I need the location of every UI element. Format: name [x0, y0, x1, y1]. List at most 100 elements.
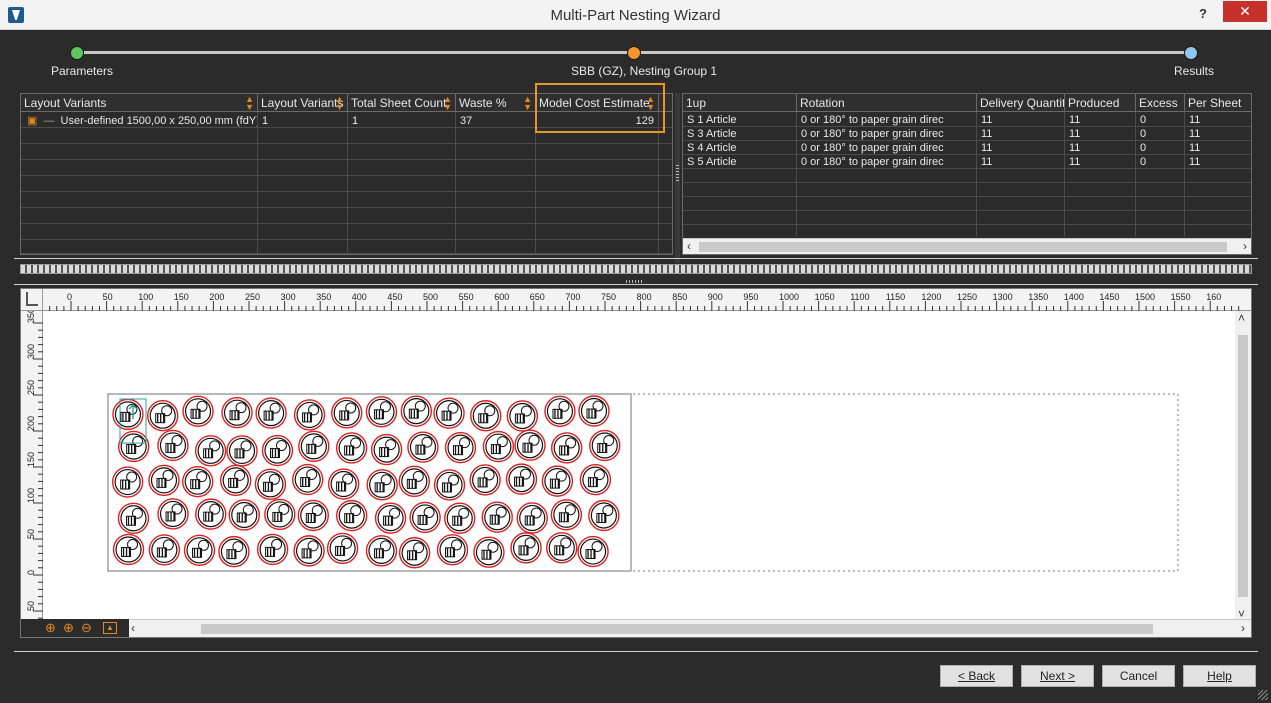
nesting-preview-canvas[interactable]: 0 50 100 150 200 250 300 350 400 450 500 550 600 650 7… [20, 288, 1252, 638]
ruler-tick-label: 1550 [1171, 292, 1191, 302]
ruler-tick-label: 1100 [850, 292, 869, 302]
column-header-total-sheet-count[interactable]: Total Sheet Count ▲ ▼ [348, 94, 456, 112]
close-window-button[interactable]: ✕ [1223, 1, 1267, 22]
ruler-tick-label: 900 [708, 292, 723, 302]
next-button[interactable]: Next > [1021, 665, 1094, 687]
ruler-tick-label: 1000 [779, 292, 799, 302]
panel-splitter[interactable] [20, 264, 1252, 274]
zoom-toolbar: ⊕ ⊕ ⊖ ▲ [21, 619, 129, 637]
column-header-excess[interactable]: Excess [1136, 94, 1185, 112]
cost-estimate-highlight [535, 83, 665, 133]
canvas-vscrollbar[interactable]: ˄ ˅ [1235, 311, 1251, 621]
layout-variant-name: User-defined 1500,00 x 250,00 mm (fdY) [60, 115, 258, 127]
ruler-tick-label: 1500 [1135, 292, 1155, 302]
parts-table: 1up Rotation Delivery Quantity Produced … [682, 93, 1252, 255]
step-dot-results[interactable] [1184, 46, 1198, 60]
scroll-left-arrow-icon[interactable]: ‹ [687, 239, 691, 253]
sort-icon[interactable]: ▲ ▼ [335, 95, 344, 112]
ruler-tick-label: 300 [26, 344, 36, 359]
column-header-layout-variants-count[interactable]: Layout Variants ▲ ▼ [258, 94, 348, 112]
vertical-ruler: 350 300 250 200 150 100 50 0 50 [21, 311, 43, 621]
column-header-layout-variants[interactable]: Layout Variants ▲ ▼ [21, 94, 258, 112]
title-bar: Multi-Part Nesting Wizard ? ✕ [0, 0, 1271, 30]
ruler-tick-label: 400 [352, 292, 367, 302]
ruler-tick-label: 1350 [1028, 292, 1048, 302]
sort-icon[interactable]: ▲ ▼ [245, 95, 254, 112]
column-header-per-sheet[interactable]: Per Sheet [1185, 94, 1253, 112]
step-connector [84, 51, 630, 54]
column-header-waste[interactable]: Waste % ▲ ▼ [456, 94, 536, 112]
step-label-results: Results [1174, 64, 1215, 78]
table-row[interactable]: S 4 Article 0 or 180° to paper grain dir… [683, 141, 1251, 155]
step-dot-parameters[interactable] [70, 46, 84, 60]
ruler-tick-label: 250 [26, 380, 36, 395]
table-splitter[interactable] [675, 93, 680, 263]
ruler-tick-label: 200 [209, 292, 224, 302]
step-dot-nesting-group[interactable] [627, 46, 641, 60]
canvas-hscrollbar[interactable]: ‹ › [129, 619, 1251, 637]
ruler-tick-label: 500 [423, 292, 438, 302]
cancel-button[interactable]: Cancel [1102, 665, 1175, 687]
ruler-tick-label: 600 [494, 292, 509, 302]
help-question-icon[interactable]: ? [1193, 4, 1213, 24]
sort-icon[interactable]: ▲ ▼ [523, 95, 532, 112]
zoom-out-icon[interactable]: ⊖ [79, 620, 94, 635]
column-header-1up[interactable]: 1up [683, 94, 797, 112]
ruler-tick-label: 1300 [993, 292, 1013, 302]
sheet-drawing[interactable] [43, 311, 1239, 621]
wizard-stepper: Parameters SBB (GZ), Nesting Group 1 Res… [0, 31, 1271, 91]
scroll-right-arrow-icon[interactable]: › [1243, 239, 1247, 253]
ruler-tick-label: 1250 [957, 292, 977, 302]
ruler-tick-label: 950 [743, 292, 758, 302]
ruler-tick-label: 1200 [921, 292, 941, 302]
window-title: Multi-Part Nesting Wizard [550, 7, 721, 24]
ruler-tick-label: 300 [281, 292, 296, 302]
ruler-tick-label: 0 [26, 570, 36, 575]
parts-table-hscrollbar[interactable]: ‹ › [683, 238, 1251, 254]
image-preview-icon[interactable]: ▲ [103, 622, 117, 634]
sheet-count-cell: 1 [348, 114, 456, 128]
step-label-nesting-group: SBB (GZ), Nesting Group 1 [571, 64, 718, 78]
scroll-thumb[interactable] [201, 624, 1153, 634]
ruler-origin-corner[interactable] [21, 289, 43, 311]
table-header: 1up Rotation Delivery Quantity Produced … [683, 94, 1251, 112]
ruler-tick-label: 50 [26, 529, 36, 539]
table-row[interactable]: S 1 Article 0 or 180° to paper grain dir… [683, 113, 1251, 127]
ruler-tick-label: 1050 [815, 292, 835, 302]
ruler-tick-label: 50 [103, 292, 113, 302]
ruler-tick-label: 150 [174, 292, 189, 302]
zoom-fit-icon[interactable]: ⊕ [43, 620, 58, 635]
column-header-produced[interactable]: Produced [1065, 94, 1136, 112]
column-header-delivery-quantity[interactable]: Delivery Quantity [977, 94, 1065, 112]
waste-cell: 37 [456, 114, 536, 128]
table-row[interactable]: S 3 Article 0 or 180° to paper grain dir… [683, 127, 1251, 141]
ruler-tick-label: 150 [26, 452, 36, 467]
step-connector [640, 51, 1185, 54]
ruler-tick-label: 1150 [886, 292, 905, 302]
ruler-tick-label: 350 [26, 311, 36, 323]
sort-icon[interactable]: ▲ ▼ [443, 95, 452, 112]
table-row[interactable]: S 5 Article 0 or 180° to paper grain dir… [683, 155, 1251, 169]
column-header-rotation[interactable]: Rotation [797, 94, 977, 112]
ruler-tick-label: 100 [26, 488, 36, 503]
zoom-in-icon[interactable]: ⊕ [61, 620, 76, 635]
ruler-tick-label: 350 [316, 292, 331, 302]
ruler-tick-label: 100 [138, 292, 153, 302]
splitter-grip[interactable] [626, 280, 644, 283]
ruler-tick-label: 750 [601, 292, 616, 302]
ruler-tick-label: 50 [26, 601, 36, 611]
scroll-thumb[interactable] [699, 242, 1227, 252]
scroll-left-arrow-icon[interactable]: ‹ [131, 621, 135, 635]
ruler-tick-label: 1400 [1064, 292, 1084, 302]
scroll-thumb[interactable] [1238, 335, 1248, 597]
ruler-tick-label: 850 [672, 292, 687, 302]
resize-grip-icon[interactable] [1258, 690, 1268, 700]
scroll-right-arrow-icon[interactable]: › [1241, 621, 1245, 635]
horizontal-ruler: 0 50 100 150 200 250 300 350 400 450 500 550 600 650 7… [21, 289, 1251, 311]
back-button[interactable]: < Back [940, 665, 1013, 687]
layout-count-cell: 1 [258, 114, 348, 128]
ruler-tick-label: 800 [637, 292, 652, 302]
scroll-up-arrow-icon[interactable]: ˄ [1238, 311, 1245, 325]
help-button[interactable]: Help [1183, 665, 1256, 687]
ruler-tick-label: 450 [387, 292, 402, 302]
